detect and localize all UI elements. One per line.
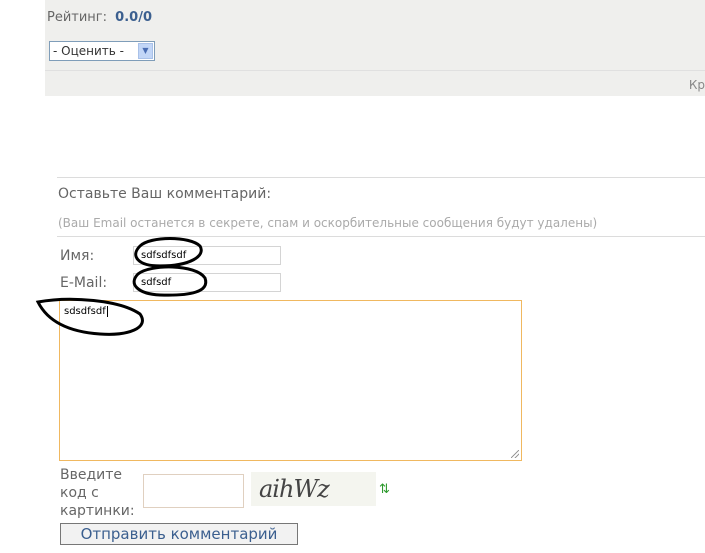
refresh-icon[interactable]: ⇅ [379,482,390,497]
divider [45,70,705,71]
truncated-link[interactable]: Кр [689,78,705,92]
rating-label: Рейтинг: [47,10,108,25]
rating-panel: Рейтинг: 0.0/0 - Оценить - ▼ Кр [45,0,705,96]
name-label: Имя: [60,248,95,264]
submit-comment-button[interactable]: Отправить комментарий [60,523,298,545]
divider [57,177,705,178]
comment-textarea[interactable]: sdsdfsdf [59,300,522,461]
divider [57,236,705,237]
comment-form-note: (Ваш Email останется в секрете, спам и о… [58,216,598,230]
rate-select[interactable]: - Оценить - ▼ [49,41,155,61]
email-field[interactable]: sdfsdf [133,273,281,292]
resize-grip-icon[interactable] [511,450,519,458]
captcha-input[interactable] [143,474,244,508]
comment-text: sdsdfsdf [64,306,106,317]
rating-row: Рейтинг: 0.0/0 [47,10,152,25]
rating-value: 0.0/0 [115,10,152,25]
email-label: E-Mail: [60,275,108,291]
comment-form-title: Оставьте Ваш комментарий: [58,186,272,202]
text-cursor [106,306,108,317]
name-field[interactable]: sdfsdfsdf [133,246,281,265]
rate-select-value: - Оценить - [53,44,124,58]
captcha-label: Введите код с картинки: [60,467,135,519]
captcha-image: aihWz [251,472,376,506]
chevron-down-icon[interactable]: ▼ [138,43,153,59]
